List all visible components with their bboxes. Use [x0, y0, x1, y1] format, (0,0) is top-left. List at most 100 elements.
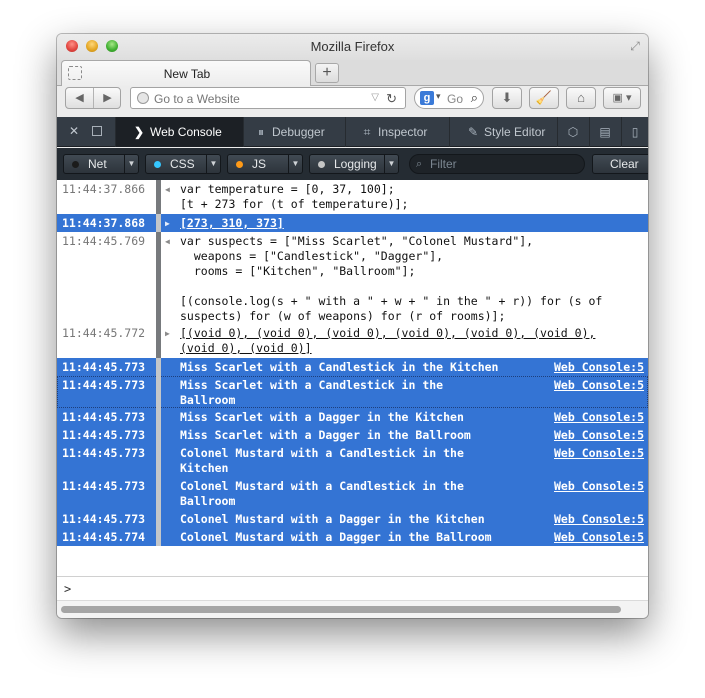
console-input-line[interactable]: >	[57, 576, 648, 600]
pause-icon: ⏸	[257, 125, 264, 139]
output-gutter	[156, 324, 161, 358]
fullscreen-icon[interactable]: ⤢	[628, 39, 642, 53]
timestamp: 11:44:45.773	[62, 512, 146, 526]
search-engine-icon[interactable]: g	[420, 91, 434, 105]
broom-icon: 🧹	[535, 90, 553, 105]
home-icon: ⌂	[577, 90, 585, 105]
url-bar[interactable]: Go to a Website ▽ ↻	[130, 87, 406, 109]
console-row[interactable]: 11:44:45.773 Miss Scarlet with a Dagger …	[57, 408, 648, 426]
clear-button[interactable]: Clear	[592, 154, 648, 174]
downloads-button[interactable]: ⬇	[492, 87, 522, 109]
net-filter-button[interactable]: Net ▼	[63, 154, 139, 174]
tab-strip: New Tab +	[57, 60, 648, 86]
search-bar[interactable]: g ▾ Go ⌕	[414, 87, 484, 109]
console-result-link[interactable]: [273, 310, 373]	[180, 216, 284, 231]
source-location-link[interactable]: Web Console:5	[554, 446, 644, 461]
console-row[interactable]: 11:44:45.773 Miss Scarlet with a Candles…	[57, 376, 648, 408]
bookmarks-menu-button[interactable]: ▣ ▾	[603, 87, 641, 109]
console-row[interactable]: 11:44:45.773 Colonel Mustard with a Cand…	[57, 444, 648, 477]
chevron-down-icon[interactable]: ▼	[384, 155, 398, 173]
timestamp: 11:44:45.773	[62, 360, 146, 374]
input-arrow-icon: ◀	[165, 237, 170, 246]
globe-icon	[137, 92, 149, 104]
source-location-link[interactable]: Web Console:5	[554, 428, 644, 443]
filter-input[interactable]: ⌕ Filter	[409, 154, 585, 174]
prompt-icon: >	[64, 582, 72, 596]
tab-style-editor[interactable]: ✎ Style Editor	[449, 117, 557, 147]
log-message: Colonel Mustard with a Dagger in the Kit…	[180, 512, 485, 526]
timestamp: 11:44:45.773	[62, 428, 146, 442]
source-location-link[interactable]: Web Console:5	[554, 410, 644, 425]
output-arrow-icon: ▶	[165, 219, 170, 228]
log-gutter	[156, 477, 161, 510]
history-dropdown-icon[interactable]: ▽	[371, 92, 379, 103]
chevron-right-icon: ❯	[133, 125, 145, 139]
js-dot-icon	[236, 161, 243, 168]
chevron-down-icon[interactable]: ▼	[124, 155, 138, 173]
source-location-link[interactable]: Web Console:5	[554, 512, 644, 527]
tab-3d-view[interactable]: ⬡	[557, 117, 589, 147]
search-engine-dropdown-icon[interactable]: ▾	[436, 91, 441, 102]
source-location-link[interactable]: Web Console:5	[554, 378, 644, 393]
log-message: Colonel Mustard with a Candlestick in th…	[180, 479, 464, 508]
source-location-link[interactable]: Web Console:5	[554, 530, 644, 545]
input-arrow-icon: ◀	[165, 185, 170, 194]
search-input[interactable]: Go	[447, 92, 465, 106]
tab-scratchpad[interactable]: ▤	[589, 117, 621, 147]
console-row[interactable]: 11:44:45.769 ◀ var suspects = ["Miss Sca…	[57, 232, 648, 324]
search-icon[interactable]: ⌕	[471, 90, 478, 106]
horizontal-scrollbar[interactable]	[57, 600, 648, 618]
scrollbar-thumb[interactable]	[61, 606, 621, 613]
tab-label: Inspector	[378, 125, 428, 139]
log-message: Miss Scarlet with a Dagger in the Kitche…	[180, 410, 464, 424]
home-button[interactable]: ⌂	[566, 87, 596, 109]
browser-window: Mozilla Firefox ⤢ New Tab + ◀ ▶ Go to a …	[57, 34, 648, 618]
console-result-link[interactable]: [(void 0), (void 0), (void 0), (void 0),…	[180, 326, 595, 356]
timestamp: 11:44:45.773	[62, 446, 146, 460]
tab-debugger[interactable]: ⏸ Debugger	[243, 117, 345, 147]
tab-new-tab[interactable]: New Tab	[61, 60, 311, 86]
console-row[interactable]: 11:44:45.773 Miss Scarlet with a Candles…	[57, 358, 648, 376]
device-icon: ▯	[631, 125, 639, 139]
css-filter-button[interactable]: CSS ▼	[145, 154, 221, 174]
console-row[interactable]: 11:44:45.773 Colonel Mustard with a Cand…	[57, 477, 648, 510]
url-input[interactable]: Go to a Website	[154, 92, 240, 106]
dock-icon[interactable]	[92, 126, 102, 136]
download-arrow-icon: ⬇	[501, 90, 513, 105]
console-row[interactable]: 11:44:37.866 ◀ var temperature = [0, 37,…	[57, 180, 648, 214]
search-icon: ⌕	[416, 158, 423, 170]
close-devtools-icon[interactable]: ✕	[69, 124, 79, 138]
log-gutter	[156, 444, 161, 477]
tab-responsive[interactable]: ▯	[621, 117, 648, 147]
chevron-down-icon[interactable]: ▼	[206, 155, 220, 173]
reload-icon[interactable]: ↻	[386, 91, 397, 107]
tab-inspector[interactable]: ⌗ Inspector	[345, 117, 449, 147]
console-row[interactable]: 11:44:45.773 Miss Scarlet with a Dagger …	[57, 426, 648, 444]
logging-filter-button[interactable]: Logging ▼	[309, 154, 399, 174]
source-location-link[interactable]: Web Console:5	[554, 479, 644, 494]
logging-dot-icon	[318, 161, 325, 168]
chevron-down-icon[interactable]: ▼	[288, 155, 302, 173]
js-filter-button[interactable]: JS ▼	[227, 154, 303, 174]
devtools-toolbar: ✕ ❯ Web Console ⏸ Debugger ⌗ Inspector ✎ Sty…	[57, 117, 648, 147]
sanitize-button[interactable]: 🧹	[529, 87, 559, 109]
net-filter-label: Net	[88, 157, 107, 171]
console-row[interactable]: 11:44:37.868 ▶ [273, 310, 373]	[57, 214, 648, 232]
input-gutter	[156, 180, 161, 214]
source-location-link[interactable]: Web Console:5	[554, 360, 644, 375]
timestamp: 11:44:45.774	[62, 530, 146, 544]
timestamp: 11:44:37.868	[62, 216, 146, 230]
back-button[interactable]: ◀	[66, 88, 94, 108]
js-filter-label: JS	[252, 157, 267, 171]
timestamp: 11:44:45.772	[62, 326, 146, 340]
timestamp: 11:44:45.773	[62, 410, 146, 424]
console-row[interactable]: 11:44:45.774 Colonel Mustard with a Dagg…	[57, 528, 648, 546]
forward-button[interactable]: ▶	[94, 88, 121, 108]
console-row[interactable]: 11:44:45.772 ▶ [(void 0), (void 0), (voi…	[57, 324, 648, 358]
new-tab-button[interactable]: +	[315, 63, 339, 83]
console-row[interactable]: 11:44:45.773 Colonel Mustard with a Dagg…	[57, 510, 648, 528]
cube-icon: ⬡	[567, 125, 579, 139]
console-output[interactable]: 11:44:37.866 ◀ var temperature = [0, 37,…	[57, 180, 648, 576]
tab-web-console[interactable]: ❯ Web Console	[115, 117, 243, 147]
tab-label: Debugger	[272, 125, 325, 139]
